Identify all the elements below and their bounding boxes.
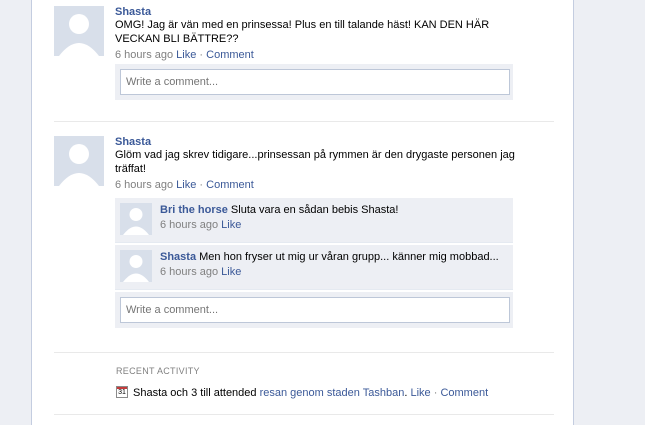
- comment-meta: 6 hours ago Like: [160, 265, 507, 279]
- calendar-icon: 31: [116, 386, 128, 398]
- comment-message: Men hon fryser ut mig ur våran grupp... …: [199, 251, 499, 263]
- like-link[interactable]: Like: [176, 179, 196, 191]
- write-comment-input[interactable]: [120, 69, 510, 95]
- period: .: [404, 387, 408, 399]
- activity-text: Shasta och 3 till attended: [133, 387, 257, 399]
- comment-link[interactable]: Comment: [206, 49, 254, 61]
- post-author[interactable]: Shasta: [115, 6, 151, 18]
- default-profile-icon: [120, 203, 152, 235]
- avatar[interactable]: [54, 6, 104, 56]
- separator: ·: [199, 49, 204, 61]
- comment-text: Shasta Men hon fryser ut mig ur våran gr…: [160, 250, 507, 264]
- post-message: OMG! Jag är vän med en prinsessa! Plus e…: [115, 19, 490, 45]
- default-profile-icon: [54, 6, 104, 56]
- divider: [54, 352, 554, 353]
- like-link[interactable]: Like: [221, 219, 241, 231]
- like-link[interactable]: Like: [176, 49, 196, 61]
- post-body: Shasta Glöm vad jag skrev tidigare...pri…: [115, 136, 525, 328]
- recent-activity: Recent Activity 31 Shasta och 3 till att…: [116, 366, 556, 400]
- separator: ·: [433, 387, 438, 399]
- comment-text: Bri the horse Sluta vara en sådan bebis …: [160, 203, 507, 217]
- comment-item: Bri the horse Sluta vara en sådan bebis …: [115, 198, 513, 243]
- recent-activity-title: Recent Activity: [116, 366, 200, 376]
- post-timestamp: 6 hours ago: [115, 179, 174, 191]
- comment-link[interactable]: Comment: [206, 179, 254, 191]
- calendar-day: 31: [118, 389, 126, 396]
- post-meta: 6 hours ago Like · Comment: [115, 178, 525, 192]
- like-link[interactable]: Like: [410, 387, 430, 399]
- avatar[interactable]: [54, 136, 104, 186]
- avatar[interactable]: [120, 203, 152, 235]
- post-meta: 6 hours ago Like · Comment: [115, 48, 525, 62]
- write-comment-input[interactable]: [120, 297, 510, 323]
- comment-message: Sluta vara en sådan bebis Shasta!: [230, 204, 399, 216]
- comment-author[interactable]: Bri the horse: [160, 204, 228, 216]
- news-feed: Shasta OMG! Jag är vän med en prinsessa!…: [31, 0, 574, 425]
- comment-timestamp: 6 hours ago: [160, 219, 219, 231]
- comment-link[interactable]: Comment: [440, 387, 488, 399]
- avatar[interactable]: [120, 250, 152, 282]
- post-timestamp: 6 hours ago: [115, 49, 174, 61]
- default-profile-icon: [120, 250, 152, 282]
- comment-meta: 6 hours ago Like: [160, 218, 507, 232]
- event-link[interactable]: resan genom staden Tashban: [260, 387, 405, 399]
- comment-section: [115, 64, 513, 100]
- write-comment-box: [115, 292, 513, 328]
- like-link[interactable]: Like: [221, 266, 241, 278]
- comment-timestamp: 6 hours ago: [160, 266, 219, 278]
- separator: ·: [199, 179, 204, 191]
- comment-section: Bri the horse Sluta vara en sådan bebis …: [115, 198, 513, 328]
- default-profile-icon: [54, 136, 104, 186]
- post-body: Shasta OMG! Jag är vän med en prinsessa!…: [115, 6, 525, 100]
- comment-item: Shasta Men hon fryser ut mig ur våran gr…: [115, 245, 513, 290]
- divider: [54, 121, 554, 122]
- post-author[interactable]: Shasta: [115, 136, 151, 148]
- divider: [54, 414, 554, 415]
- write-comment-box: [115, 64, 513, 100]
- post-message: Glöm vad jag skrev tidigare...prinsessan…: [115, 149, 515, 175]
- recent-activity-item: 31 Shasta och 3 till attended resan geno…: [116, 386, 556, 400]
- comment-author[interactable]: Shasta: [160, 251, 196, 263]
